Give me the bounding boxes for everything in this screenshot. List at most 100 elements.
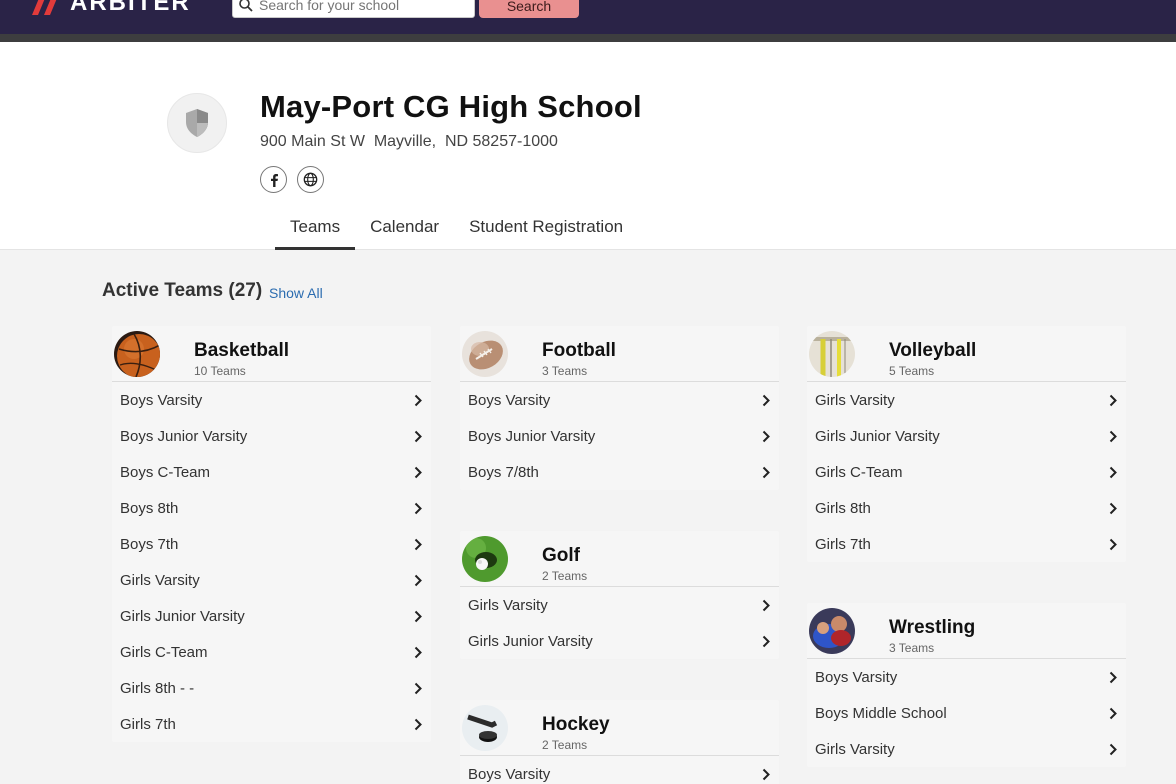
team-row[interactable]: Boys 7/8th [460, 454, 779, 490]
chevron-right-icon [413, 537, 423, 551]
team-name: Boys Varsity [468, 765, 551, 783]
chevron-right-icon [1108, 706, 1118, 720]
school-search-input[interactable] [259, 0, 459, 13]
team-row[interactable]: Girls Junior Varsity [460, 623, 779, 659]
sport-name: Football [542, 340, 616, 361]
sport-card-header[interactable]: Basketball 10 Teams [112, 326, 431, 382]
team-name: Boys Middle School [815, 704, 947, 722]
chevron-right-icon [761, 634, 771, 648]
tab-teams[interactable]: Teams [275, 207, 356, 250]
sport-card-header[interactable]: Hockey 2 Teams [460, 700, 779, 756]
globe-icon [303, 172, 318, 187]
school-address: 900 Main St W Mayville, ND 58257-1000 [260, 133, 558, 150]
team-row[interactable]: Boys 7th [112, 526, 431, 562]
sport-card-header[interactable]: Golf 2 Teams [460, 531, 779, 587]
active-teams-title: Active Teams (27) [102, 280, 263, 301]
search-icon [239, 0, 253, 12]
team-name: Girls Varsity [815, 391, 895, 409]
team-name: Boys Varsity [468, 391, 551, 409]
chevron-right-icon [761, 598, 771, 612]
team-name: Girls 8th - - [120, 679, 195, 697]
sport-card-wrestling: Wrestling 3 Teams Boys Varsity Boys Midd… [807, 603, 1126, 767]
chevron-right-icon [1108, 501, 1118, 515]
sport-name: Wrestling [889, 617, 976, 638]
team-row[interactable]: Boys Varsity [460, 382, 779, 418]
tab-student-registration[interactable]: Student Registration [454, 207, 638, 250]
sport-card-volleyball: Volleyball 5 Teams Girls Varsity Girls J… [807, 326, 1126, 562]
school-avatar [167, 93, 227, 153]
chevron-right-icon [413, 681, 423, 695]
team-name: Girls Junior Varsity [120, 607, 245, 625]
chevron-right-icon [413, 645, 423, 659]
team-row[interactable]: Boys Junior Varsity [112, 418, 431, 454]
team-row[interactable]: Girls 7th [112, 706, 431, 742]
team-name: Girls Varsity [815, 740, 895, 758]
shield-icon [186, 109, 208, 137]
team-row[interactable]: Boys Middle School [807, 695, 1126, 731]
team-name: Boys Junior Varsity [120, 427, 248, 445]
team-count: 5 Teams [889, 364, 935, 378]
school-header: May-Port CG High School 900 Main St W Ma… [0, 42, 1176, 250]
team-name: Boys C-Team [120, 463, 211, 481]
team-name: Girls C-Team [815, 463, 903, 481]
sport-card-hockey: Hockey 2 Teams Boys Varsity [460, 700, 779, 784]
team-row[interactable]: Girls 7th [807, 526, 1126, 562]
chevron-right-icon [413, 717, 423, 731]
team-name: Boys Junior Varsity [468, 427, 596, 445]
team-name: Girls Junior Varsity [815, 427, 940, 445]
team-name: Girls 7th [815, 535, 871, 553]
logo-text: ARBITER [70, 0, 191, 16]
chevron-right-icon [413, 393, 423, 407]
website-link[interactable] [297, 166, 324, 193]
sport-card-header[interactable]: Volleyball 5 Teams [807, 326, 1126, 382]
chevron-right-icon [413, 573, 423, 587]
team-row[interactable]: Boys 8th [112, 490, 431, 526]
chevron-right-icon [413, 609, 423, 623]
hockey-image [462, 705, 508, 751]
team-row[interactable]: Boys Varsity [807, 659, 1126, 695]
team-row[interactable]: Girls Varsity [807, 382, 1126, 418]
team-row[interactable]: Girls Varsity [460, 587, 779, 623]
team-name: Boys Varsity [120, 391, 203, 409]
arbiter-logo[interactable]: ARBITER [32, 0, 191, 18]
team-row[interactable]: Girls 8th - - [112, 670, 431, 706]
team-row[interactable]: Boys Varsity [112, 382, 431, 418]
team-row[interactable]: Girls Junior Varsity [807, 418, 1126, 454]
sport-name: Basketball [194, 340, 290, 361]
team-name: Boys 8th [120, 499, 179, 517]
team-row[interactable]: Girls C-Team [112, 634, 431, 670]
chevron-right-icon [1108, 465, 1118, 479]
team-name: Boys 7th [120, 535, 179, 553]
wrestling-image [809, 608, 855, 654]
chevron-right-icon [413, 465, 423, 479]
chevron-right-icon [413, 429, 423, 443]
team-name: Boys Varsity [815, 668, 898, 686]
sport-card-header[interactable]: Wrestling 3 Teams [807, 603, 1126, 659]
chevron-right-icon [1108, 429, 1118, 443]
football-image [462, 331, 508, 377]
team-row[interactable]: Boys Varsity [460, 756, 779, 784]
team-row[interactable]: Girls Varsity [112, 562, 431, 598]
team-row[interactable]: Girls 8th [807, 490, 1126, 526]
team-name: Girls C-Team [120, 643, 208, 661]
arbiter-logo-icon [32, 0, 62, 15]
team-row[interactable]: Girls Varsity [807, 731, 1126, 767]
sport-name: Hockey [542, 714, 610, 735]
team-row[interactable]: Boys Junior Varsity [460, 418, 779, 454]
team-row[interactable]: Girls Junior Varsity [112, 598, 431, 634]
search-button[interactable]: Search [479, 0, 579, 18]
sport-name: Volleyball [889, 340, 977, 361]
chevron-right-icon [761, 465, 771, 479]
sport-card-header[interactable]: Football 3 Teams [460, 326, 779, 382]
team-count: 2 Teams [542, 738, 588, 752]
facebook-link[interactable] [260, 166, 287, 193]
team-count: 3 Teams [889, 641, 935, 655]
team-row[interactable]: Boys C-Team [112, 454, 431, 490]
sport-card-basketball: Basketball 10 Teams Boys Varsity Boys Ju… [112, 326, 431, 742]
show-all-link[interactable]: Show All [269, 285, 323, 301]
school-search-box[interactable] [232, 0, 475, 18]
tab-calendar[interactable]: Calendar [355, 207, 454, 250]
team-row[interactable]: Girls C-Team [807, 454, 1126, 490]
chevron-right-icon [761, 429, 771, 443]
chevron-right-icon [413, 501, 423, 515]
